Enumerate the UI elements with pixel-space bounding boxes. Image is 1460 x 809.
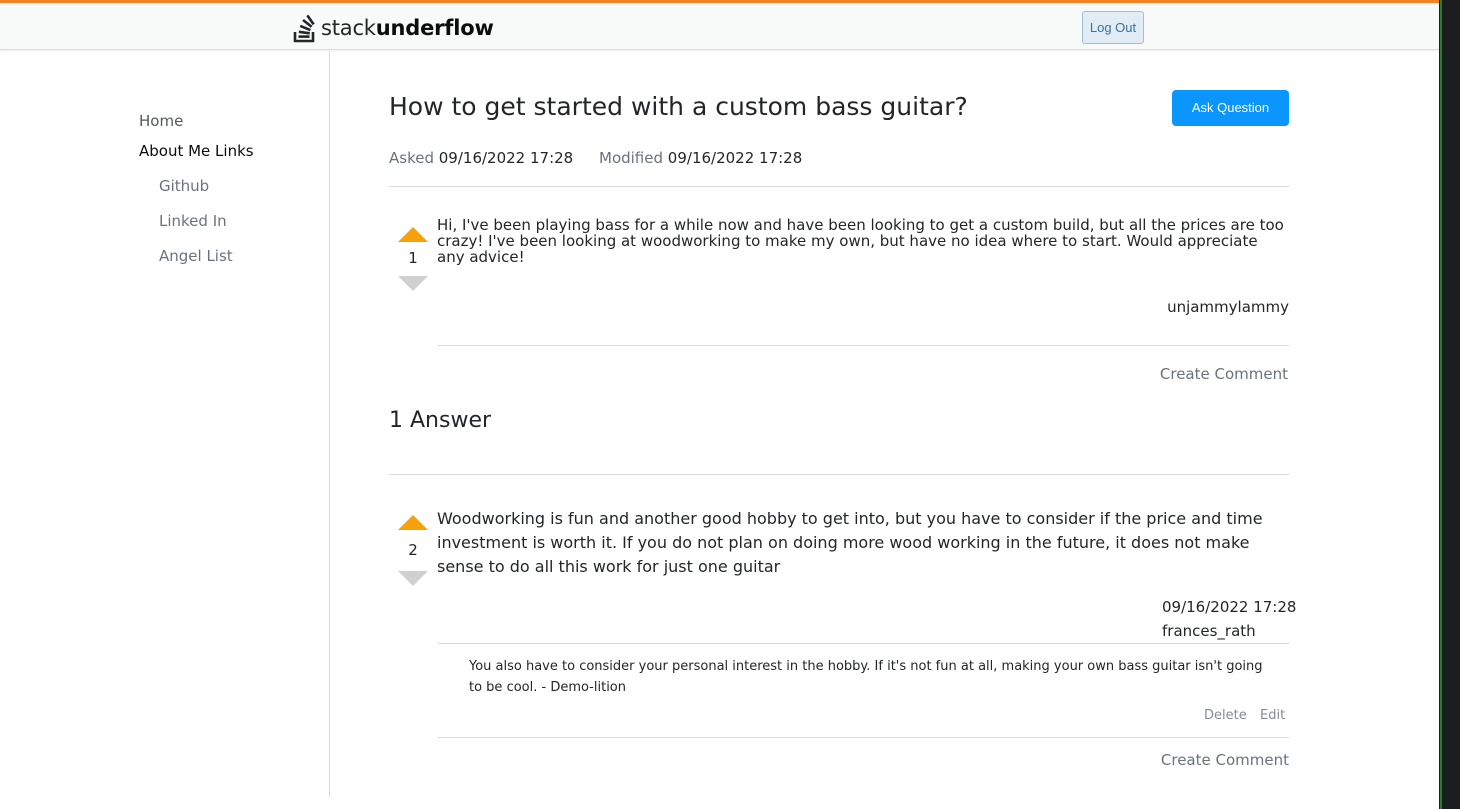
- question-body: Hi, I've been playing bass for a while n…: [437, 216, 1284, 266]
- question-title: How to get started with a custom bass gu…: [389, 92, 968, 121]
- sidebar-item-linkedin[interactable]: Linked In: [159, 212, 227, 230]
- answer-date: 09/16/2022 17:28: [1162, 598, 1297, 616]
- answer-create-comment-link[interactable]: Create Comment: [1161, 751, 1289, 769]
- logo-text-underflow: underflow: [375, 16, 494, 40]
- question-score: 1: [408, 249, 418, 267]
- modified-value: 09/16/2022 17:28: [667, 149, 803, 167]
- sidebar-heading-about: About Me Links: [139, 142, 254, 160]
- logo-text: stackunderflow: [321, 16, 494, 40]
- logout-button[interactable]: Log Out: [1082, 11, 1144, 44]
- answer-body: Woodworking is fun and another good hobb…: [437, 509, 1263, 576]
- window-edge: [1439, 0, 1460, 809]
- question-downvote-icon[interactable]: [398, 276, 428, 291]
- divider: [389, 186, 1289, 187]
- logo[interactable]: stackunderflow: [293, 13, 494, 43]
- window-edge-bar: [1440, 0, 1442, 809]
- divider: [438, 643, 1289, 644]
- asked-value: 09/16/2022 17:28: [438, 149, 574, 167]
- comment-delete-button[interactable]: Delete: [1204, 708, 1247, 723]
- divider: [438, 345, 1289, 346]
- modified-label: Modified: [599, 149, 664, 167]
- answer-score: 2: [408, 541, 418, 559]
- question-upvote-icon[interactable]: [398, 227, 428, 242]
- comment-text: You also have to consider your personal …: [469, 659, 1263, 695]
- sidebar-item-github[interactable]: Github: [159, 177, 209, 195]
- answer-author[interactable]: frances_rath: [1162, 622, 1256, 640]
- divider: [438, 737, 1289, 738]
- question-create-comment-link[interactable]: Create Comment: [1160, 365, 1288, 383]
- logo-text-stack: stack: [321, 16, 376, 40]
- question-author[interactable]: unjammylammy: [1167, 298, 1289, 316]
- asked-label: Asked: [389, 149, 434, 167]
- divider: [389, 474, 1289, 475]
- answers-heading: 1 Answer: [389, 408, 492, 433]
- answer-upvote-icon[interactable]: [398, 515, 428, 530]
- asked-meta: Asked 09/16/2022 17:28: [389, 149, 573, 167]
- ask-question-button[interactable]: Ask Question: [1172, 90, 1289, 126]
- comment-edit-button[interactable]: Edit: [1260, 708, 1285, 723]
- sidebar-item-angellist[interactable]: Angel List: [159, 247, 233, 265]
- left-sidebar: Home About Me Links Github Linked In Ang…: [0, 51, 330, 797]
- answer-downvote-icon[interactable]: [398, 571, 428, 586]
- sidebar-item-home[interactable]: Home: [139, 112, 183, 130]
- modified-meta: Modified 09/16/2022 17:28: [599, 149, 802, 167]
- top-bar: stackunderflow Log Out: [0, 0, 1439, 50]
- stack-logo-icon: [293, 14, 315, 43]
